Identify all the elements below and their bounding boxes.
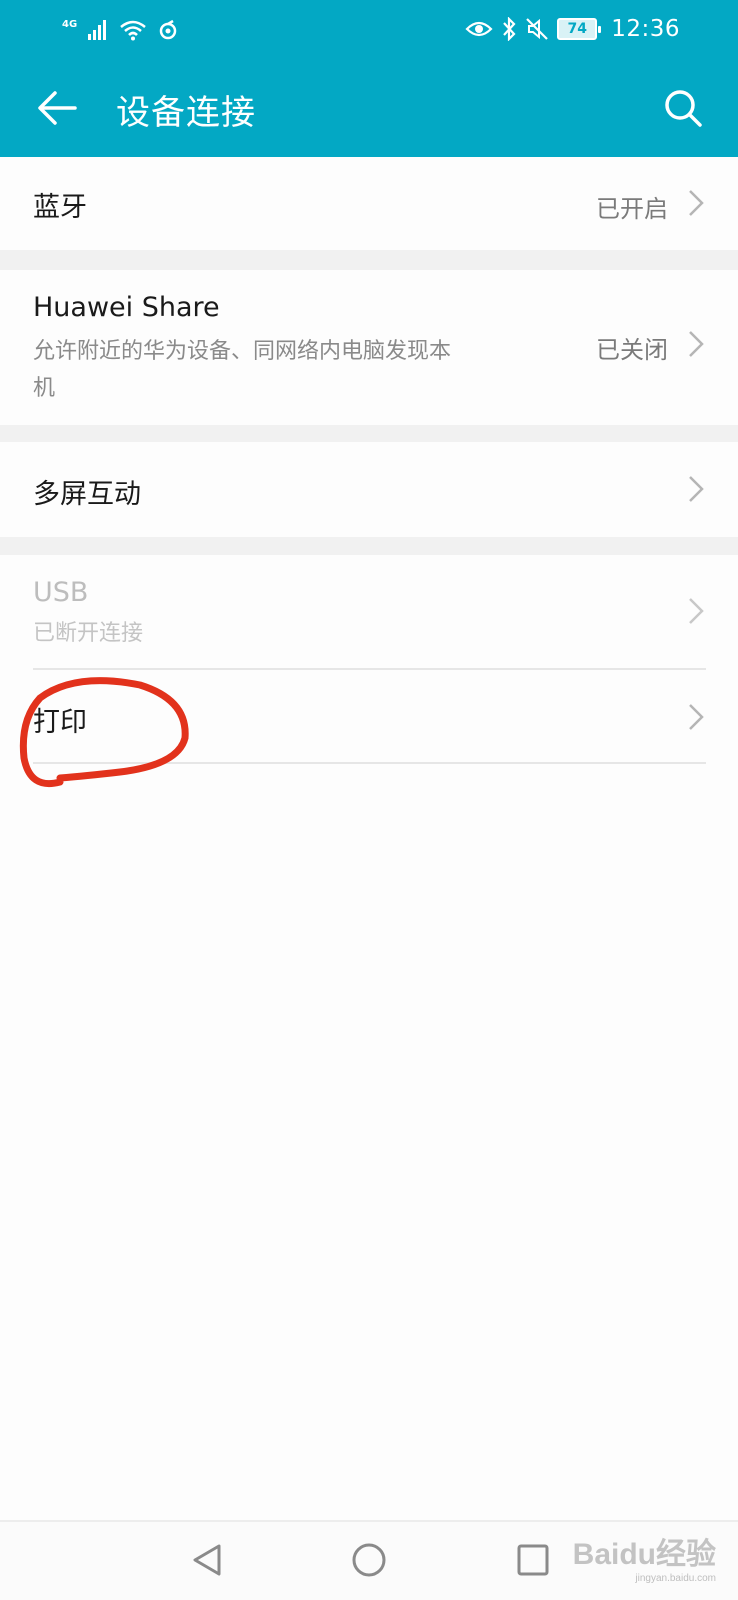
item-title: 多屏互动 bbox=[33, 479, 141, 510]
search-icon bbox=[665, 90, 702, 127]
status-time: 12:36 bbox=[611, 16, 680, 42]
toolbar: 设备连接 bbox=[0, 58, 738, 157]
item-title: 蓝牙 bbox=[33, 192, 87, 223]
home-circle-icon bbox=[352, 1543, 386, 1577]
chevron-right-icon bbox=[689, 190, 704, 216]
app-header: 4G 74 12:36 设备连接 bbox=[0, 0, 738, 157]
item-subtitle: 已断开连接 bbox=[33, 621, 144, 646]
eye-comfort-icon bbox=[465, 21, 493, 37]
setting-item-huawei-share[interactable]: Huawei Share 允许附近的华为设备、同网络内电脑发现本机 已关闭 bbox=[0, 270, 738, 425]
search-button[interactable] bbox=[658, 83, 708, 133]
row-divider bbox=[33, 762, 706, 764]
section-gap bbox=[0, 537, 738, 555]
setting-item-multi-screen[interactable]: 多屏互动 bbox=[0, 442, 738, 537]
nav-recents-button[interactable] bbox=[511, 1538, 555, 1582]
arrow-left-icon bbox=[38, 91, 77, 125]
item-status: 已关闭 bbox=[596, 336, 668, 364]
setting-item-usb: USB 已断开连接 bbox=[0, 555, 738, 668]
item-title: 打印 bbox=[33, 707, 87, 738]
recents-square-icon bbox=[517, 1544, 549, 1576]
chevron-right-icon bbox=[689, 704, 704, 730]
sync-icon bbox=[159, 19, 177, 40]
status-left: 4G bbox=[62, 16, 179, 44]
mute-icon bbox=[526, 18, 548, 40]
bluetooth-icon bbox=[503, 17, 516, 41]
wifi-icon bbox=[120, 20, 146, 41]
network-type: 4G bbox=[62, 18, 78, 30]
page-title: 设备连接 bbox=[116, 93, 256, 133]
watermark-url: jingyan.baidu.com bbox=[635, 1573, 716, 1584]
item-title: USB bbox=[33, 577, 89, 608]
item-subtitle: 允许附近的华为设备、同网络内电脑发现本机 bbox=[33, 339, 452, 401]
setting-item-print[interactable]: 打印 bbox=[0, 670, 738, 762]
setting-item-bluetooth[interactable]: 蓝牙 已开启 bbox=[0, 157, 738, 250]
chevron-right-icon bbox=[689, 476, 704, 502]
item-status: 已开启 bbox=[596, 195, 668, 223]
system-nav-bar: Baidu经验 jingyan.baidu.com bbox=[0, 1520, 738, 1600]
section-gap bbox=[0, 425, 738, 442]
status-right: 74 12:36 bbox=[465, 14, 680, 44]
baidu-watermark: Baidu经验 jingyan.baidu.com bbox=[573, 1529, 716, 1584]
section-gap bbox=[0, 250, 738, 270]
chevron-right-icon bbox=[689, 331, 704, 357]
chevron-right-icon bbox=[689, 598, 704, 624]
nav-home-button[interactable] bbox=[347, 1538, 391, 1582]
back-button[interactable] bbox=[32, 83, 82, 133]
battery-level: 74 bbox=[567, 21, 587, 37]
battery-icon: 74 bbox=[557, 18, 602, 40]
back-triangle-icon bbox=[193, 1544, 221, 1576]
nav-back-button[interactable] bbox=[185, 1538, 229, 1582]
status-bar: 4G 74 12:36 bbox=[0, 0, 738, 58]
item-title: Huawei Share bbox=[33, 292, 220, 323]
watermark-brand: Baidu经验 bbox=[572, 1538, 716, 1571]
signal-icon bbox=[88, 20, 107, 40]
